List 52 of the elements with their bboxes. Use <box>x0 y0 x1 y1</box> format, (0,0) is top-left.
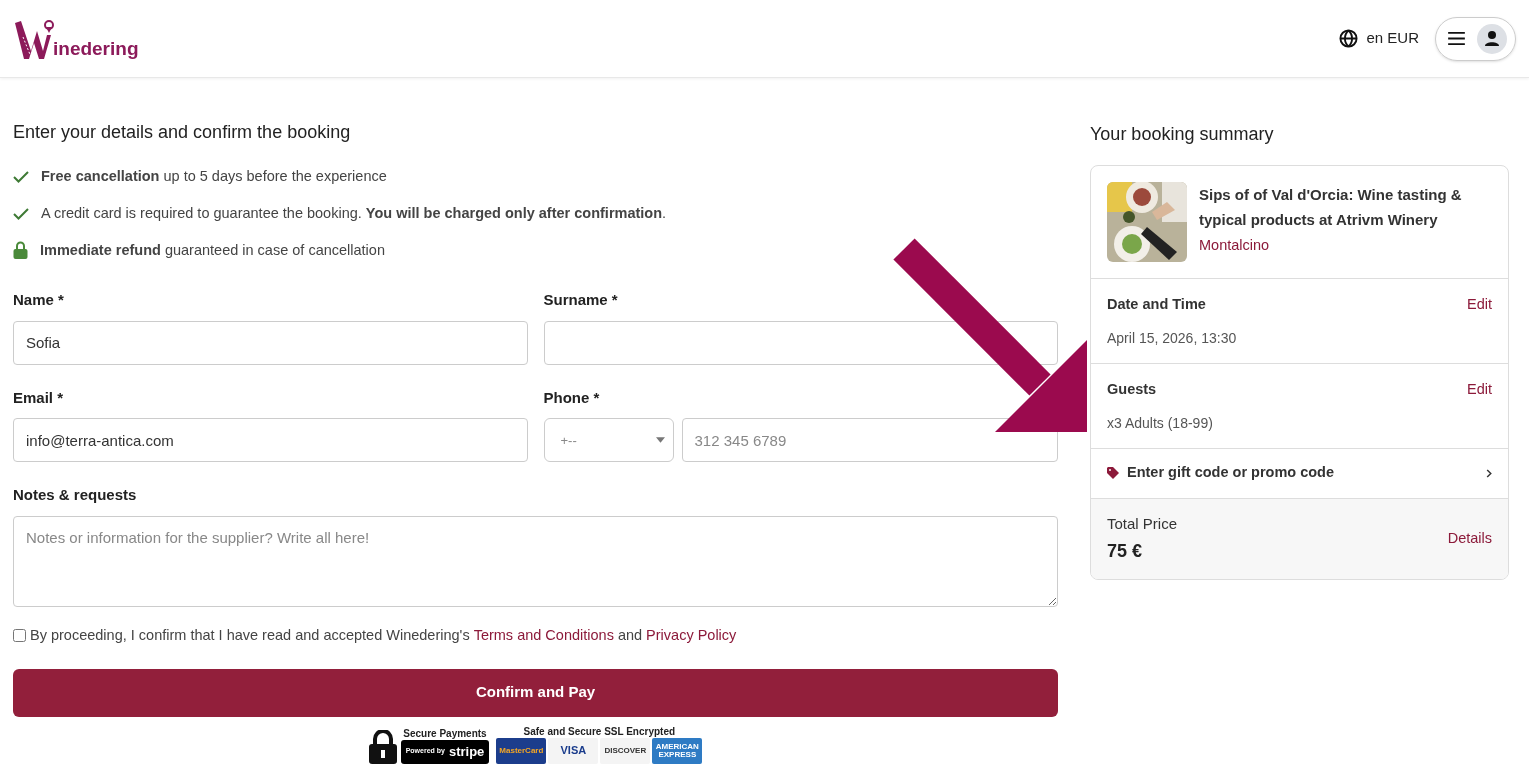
chevron-right-icon <box>1486 468 1492 478</box>
card-logo: DISCOVER <box>600 737 651 764</box>
field-label: Surname * <box>543 290 619 311</box>
field-label: Phone * <box>543 387 601 408</box>
form-title: Enter your details and confirm the booking <box>13 121 352 144</box>
field-label: Name * <box>13 290 65 311</box>
phone-input[interactable]: 312 345 6789 <box>681 418 1058 463</box>
summary-title: Your booking summary <box>1090 123 1275 146</box>
notes-textarea[interactable]: Notes or information for the supplier? Write all here! <box>13 515 1058 607</box>
menu-icon <box>1448 32 1465 45</box>
benefit-text: Immediate refund guaranteed in case of cancellation <box>40 240 385 260</box>
email-input[interactable]: info@terra-antica.com <box>13 418 528 463</box>
section-label: Date and Time <box>1107 295 1206 314</box>
check-icon <box>13 207 29 220</box>
field-label: Notes & requests <box>13 485 138 506</box>
consent-text: By proceeding, I confirm that I have read and accepted Winedering's <box>30 625 470 645</box>
lock-icon <box>13 241 28 260</box>
benefit-text: A credit card is required to guarantee the booking. You will be charged only after confirmation. <box>41 203 667 223</box>
card-logo: VISA <box>548 737 599 764</box>
promo-code-button[interactable]: Enter gift code or promo code <box>1091 448 1508 499</box>
card-logo: AMERICAN EXPRESS <box>652 737 703 764</box>
experience-title: Sips of of Val d'Orcia: Wine tasting & typical products at Atrivm Winery <box>1199 185 1463 230</box>
total-label: Total Price <box>1107 513 1178 534</box>
ssl-encrypted-text: Safe and Secure SSL Encrypted <box>523 726 676 737</box>
total-price: 75 € <box>1107 540 1144 563</box>
user-avatar-icon <box>1477 23 1507 54</box>
benefit-text: Free cancellation up to 5 days before the experience <box>41 167 387 186</box>
check-icon <box>13 170 29 183</box>
edit-link[interactable]: Edit <box>1467 294 1492 316</box>
location-link[interactable]: Montalcino <box>1199 235 1492 257</box>
section-value: April 15, 2026, 13:30 <box>1107 328 1238 348</box>
edit-link[interactable]: Edit <box>1467 378 1492 401</box>
consent-text: and <box>617 625 643 645</box>
consent-checkbox[interactable] <box>13 629 26 643</box>
country-code-select[interactable]: +-- <box>543 418 674 463</box>
details-link[interactable]: Details <box>1447 527 1492 550</box>
privacy-link[interactable]: Privacy Policy <box>646 624 737 647</box>
tag-icon <box>1107 467 1119 479</box>
caret-icon <box>655 437 665 444</box>
confirm-pay-button[interactable]: Confirm and Pay <box>13 668 1058 717</box>
field-label: Email * <box>13 387 65 408</box>
card-logo: MasterCard <box>496 737 547 764</box>
surname-input[interactable] <box>543 320 1058 365</box>
language-currency-button[interactable]: en EUR <box>1339 27 1419 50</box>
globe-icon <box>1339 29 1359 48</box>
name-input[interactable]: Sofia <box>13 320 528 365</box>
section-label: Guests <box>1107 379 1157 399</box>
terms-link[interactable]: Terms and Conditions <box>473 624 614 647</box>
lock-icon <box>368 729 397 764</box>
logo-text[interactable]: inedering <box>53 38 139 58</box>
secure-payments-text: Secure Payments <box>403 728 487 739</box>
section-value: x3 Adults (18-99) <box>1107 413 1214 433</box>
